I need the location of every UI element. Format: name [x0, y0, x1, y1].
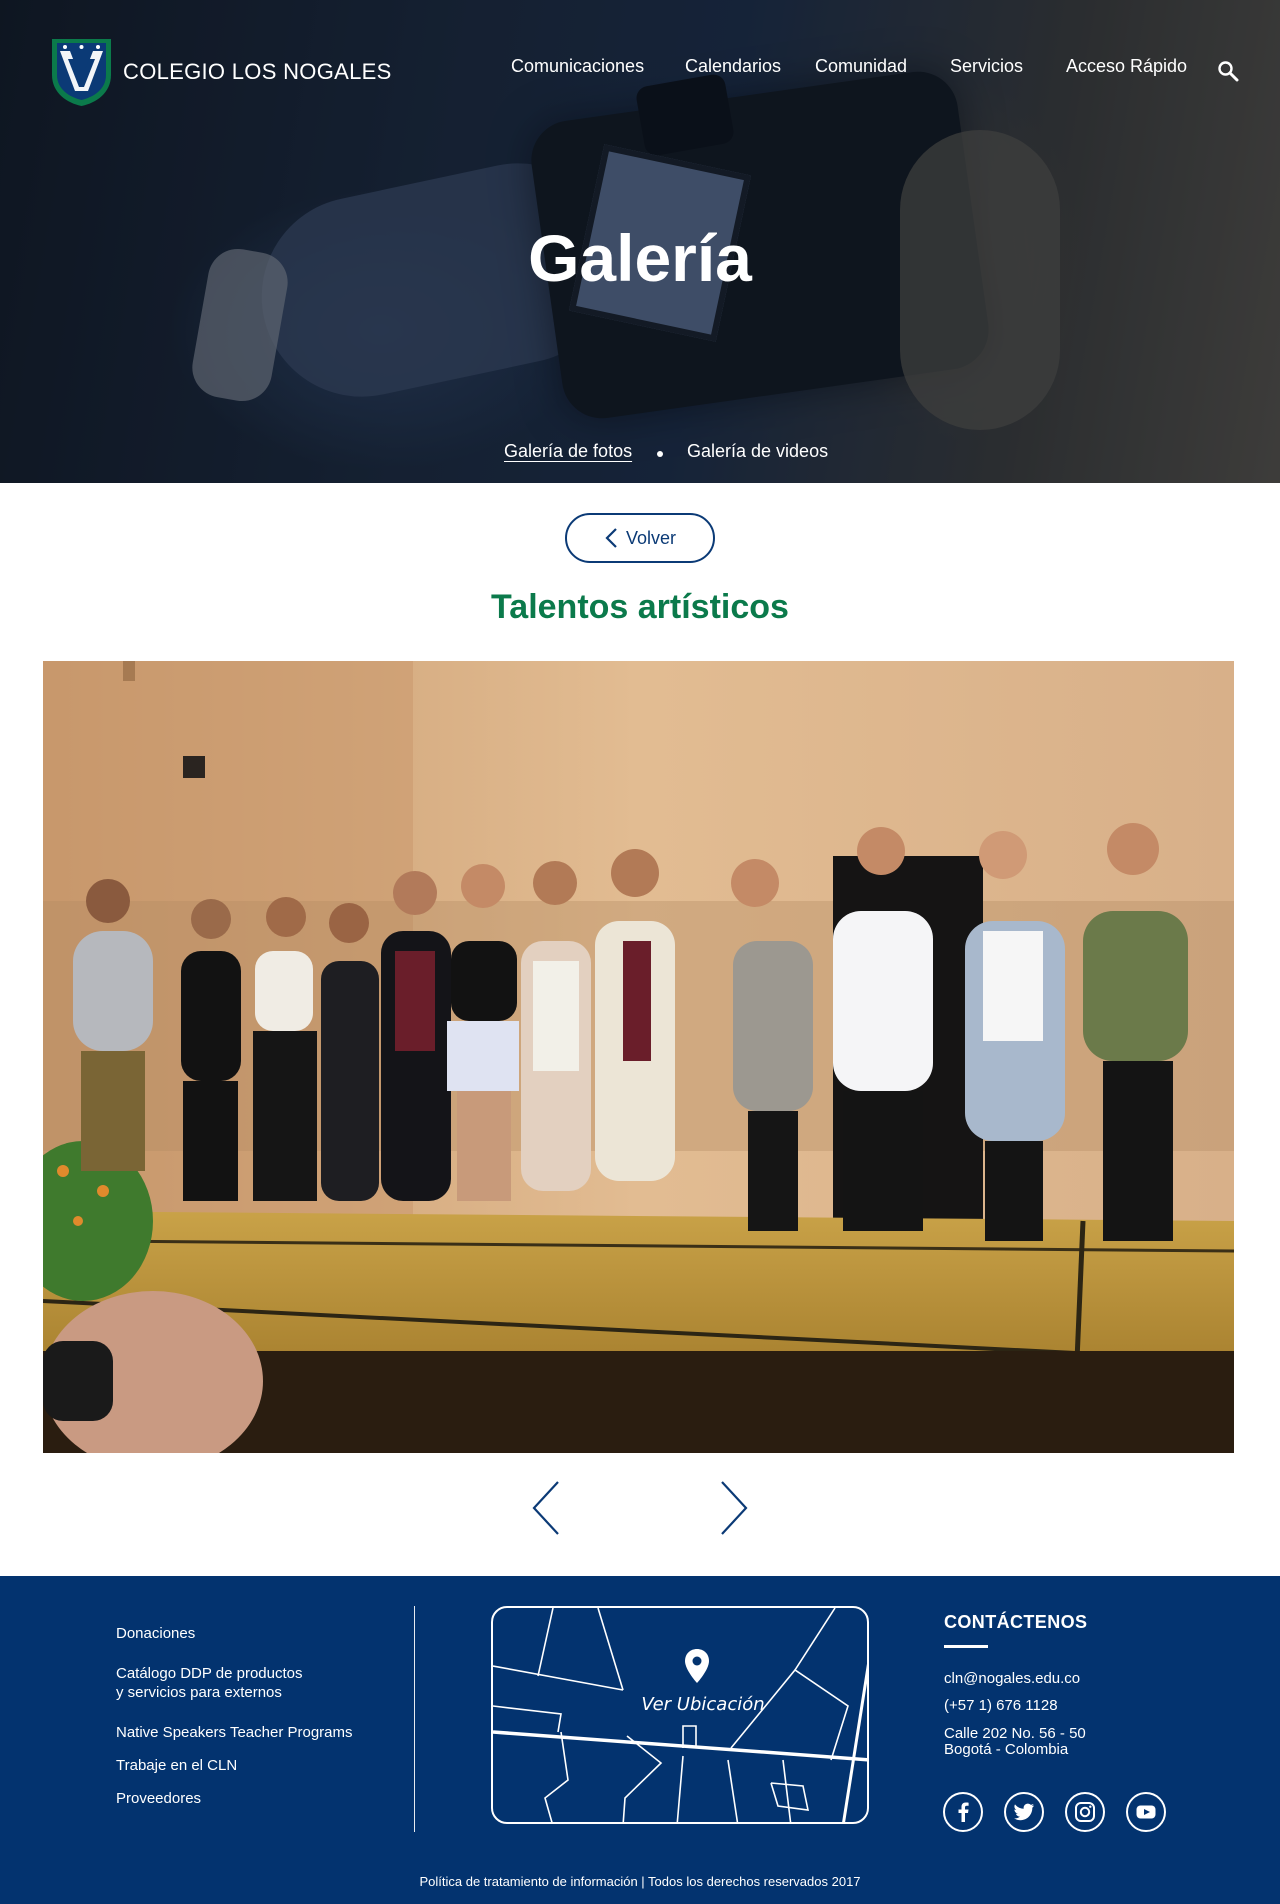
site-footer: Donaciones Catálogo DDP de productos y s…: [0, 1576, 1280, 1904]
youtube-icon[interactable]: [1126, 1792, 1166, 1832]
nav-calendarios[interactable]: Calendarios: [685, 56, 781, 77]
contact-title-underline: [944, 1645, 988, 1648]
school-name: COLEGIO LOS NOGALES: [123, 59, 392, 84]
contact-block: CONTÁCTENOS cln@nogales.edu.co (+57 1) 6…: [944, 1612, 1244, 1758]
back-button-label: Volver: [625, 527, 677, 548]
contact-email[interactable]: cln@nogales.edu.co: [944, 1670, 1080, 1687]
school-crest-icon: [52, 39, 111, 106]
gallery-photo: [43, 661, 1234, 1453]
footer-divider: [414, 1606, 415, 1832]
map-pin-icon: [685, 1649, 709, 1683]
footer-link-native-speakers[interactable]: Native Speakers Teacher Programs: [116, 1723, 353, 1742]
back-button[interactable]: Volver: [565, 513, 715, 563]
tab-video-gallery[interactable]: Galería de videos: [687, 441, 828, 462]
instagram-icon[interactable]: [1065, 1792, 1105, 1832]
footer-link-donaciones[interactable]: Donaciones: [116, 1624, 195, 1643]
next-photo-arrow-icon[interactable]: [718, 1480, 750, 1536]
tab-separator-dot: [657, 451, 663, 457]
footer-link-catalogo[interactable]: Catálogo DDP de productos: [116, 1664, 303, 1683]
album-title: Talentos artísticos: [491, 588, 789, 626]
hero-banner: COLEGIO LOS NOGALES Comunicaciones Calen…: [0, 0, 1280, 483]
location-map[interactable]: Ver Ubicación: [491, 1606, 869, 1824]
contact-title: CONTÁCTENOS: [944, 1612, 1088, 1632]
footer-link-catalogo-line2[interactable]: y servicios para externos: [116, 1683, 282, 1702]
facebook-icon[interactable]: [943, 1792, 983, 1832]
twitter-icon[interactable]: [1004, 1792, 1044, 1832]
page-title: Galería: [528, 221, 752, 295]
search-icon[interactable]: [1217, 60, 1239, 82]
gallery-photo-image: [43, 661, 1234, 1453]
site-logo[interactable]: COLEGIO LOS NOGALES: [50, 37, 392, 107]
contact-address-line1: Calle 202 No. 56 - 50: [944, 1725, 1086, 1742]
footer-link-trabaje[interactable]: Trabaje en el CLN: [116, 1756, 237, 1775]
nav-comunicaciones[interactable]: Comunicaciones: [511, 56, 644, 77]
nav-comunidad[interactable]: Comunidad: [815, 56, 907, 77]
legal-notice: Política de tratamiento de información |…: [419, 1874, 861, 1889]
footer-link-proveedores[interactable]: Proveedores: [116, 1789, 201, 1808]
gallery-tabs: Galería de fotos Galería de videos: [0, 441, 1280, 465]
contact-phone[interactable]: (+57 1) 676 1128: [944, 1697, 1058, 1714]
contact-address-line2: Bogotá - Colombia: [944, 1741, 1069, 1758]
map-illustration: [493, 1608, 867, 1822]
nav-acceso-rapido[interactable]: Acceso Rápido: [1066, 56, 1187, 77]
nav-servicios[interactable]: Servicios: [950, 56, 1023, 77]
chevron-left-icon: [605, 528, 617, 548]
previous-photo-arrow-icon[interactable]: [530, 1480, 562, 1536]
tab-photo-gallery[interactable]: Galería de fotos: [504, 441, 632, 462]
map-label: Ver Ubicación: [641, 1694, 765, 1715]
